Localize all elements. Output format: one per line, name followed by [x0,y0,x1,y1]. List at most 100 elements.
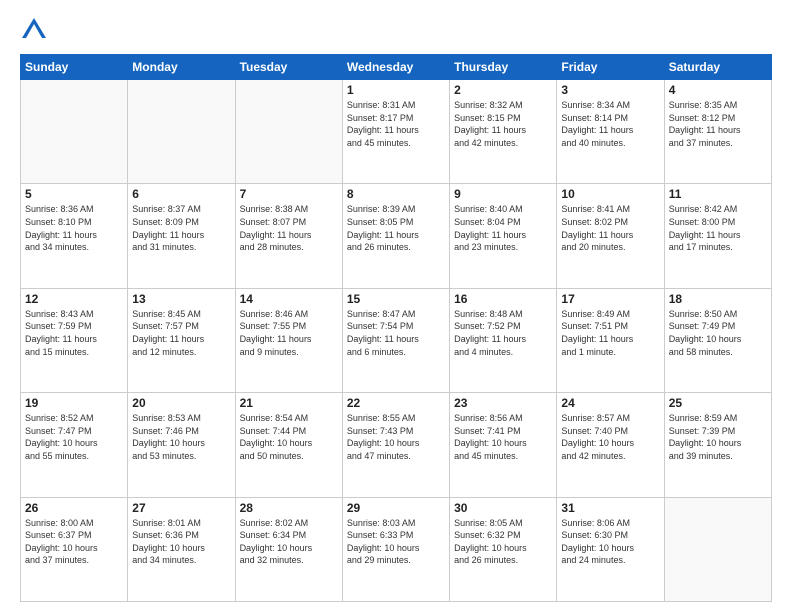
calendar-cell: 26 Sunrise: 8:00 AM Sunset: 6:37 PM Dayli… [21,497,128,601]
day-number: 29 [347,501,445,515]
day-number: 10 [561,187,659,201]
day-number: 7 [240,187,338,201]
day-number: 24 [561,396,659,410]
day-number: 3 [561,83,659,97]
day-number: 22 [347,396,445,410]
day-number: 1 [347,83,445,97]
calendar-week-row: 5 Sunrise: 8:36 AM Sunset: 8:10 PM Daylig… [21,184,772,288]
calendar-cell: 1 Sunrise: 8:31 AM Sunset: 8:17 PM Daylig… [342,80,449,184]
day-info: Sunrise: 8:56 AM Sunset: 7:41 PM Dayligh… [454,412,552,462]
calendar-table: SundayMondayTuesdayWednesdayThursdayFrid… [20,54,772,602]
day-info: Sunrise: 8:40 AM Sunset: 8:04 PM Dayligh… [454,203,552,253]
logo-icon [20,16,48,44]
calendar-week-row: 1 Sunrise: 8:31 AM Sunset: 8:17 PM Daylig… [21,80,772,184]
day-info: Sunrise: 8:34 AM Sunset: 8:14 PM Dayligh… [561,99,659,149]
calendar-cell: 11 Sunrise: 8:42 AM Sunset: 8:00 PM Dayli… [664,184,771,288]
calendar-cell: 10 Sunrise: 8:41 AM Sunset: 8:02 PM Dayli… [557,184,664,288]
page: SundayMondayTuesdayWednesdayThursdayFrid… [0,0,792,612]
calendar-cell: 3 Sunrise: 8:34 AM Sunset: 8:14 PM Daylig… [557,80,664,184]
day-number: 28 [240,501,338,515]
weekday-header: Saturday [664,55,771,80]
day-info: Sunrise: 8:02 AM Sunset: 6:34 PM Dayligh… [240,517,338,567]
day-number: 19 [25,396,123,410]
day-info: Sunrise: 8:47 AM Sunset: 7:54 PM Dayligh… [347,308,445,358]
day-info: Sunrise: 8:52 AM Sunset: 7:47 PM Dayligh… [25,412,123,462]
day-info: Sunrise: 8:39 AM Sunset: 8:05 PM Dayligh… [347,203,445,253]
day-info: Sunrise: 8:53 AM Sunset: 7:46 PM Dayligh… [132,412,230,462]
calendar-cell [128,80,235,184]
calendar-cell: 21Sunrise: 8:54 AM Sunset: 7:44 PM Dayli… [235,393,342,497]
weekday-header: Wednesday [342,55,449,80]
day-number: 15 [347,292,445,306]
calendar-cell [235,80,342,184]
day-info: Sunrise: 8:00 AM Sunset: 6:37 PM Dayligh… [25,517,123,567]
calendar-cell: 7 Sunrise: 8:38 AM Sunset: 8:07 PM Daylig… [235,184,342,288]
day-info: Sunrise: 8:57 AM Sunset: 7:40 PM Dayligh… [561,412,659,462]
calendar-cell: 27 Sunrise: 8:01 AM Sunset: 6:36 PM Dayli… [128,497,235,601]
day-info: Sunrise: 8:05 AM Sunset: 6:32 PM Dayligh… [454,517,552,567]
day-info: Sunrise: 8:59 AM Sunset: 7:39 PM Dayligh… [669,412,767,462]
day-number: 2 [454,83,552,97]
day-info: Sunrise: 8:41 AM Sunset: 8:02 PM Dayligh… [561,203,659,253]
weekday-header: Tuesday [235,55,342,80]
weekday-header: Monday [128,55,235,80]
calendar-cell: 16Sunrise: 8:48 AM Sunset: 7:52 PM Dayli… [450,288,557,392]
day-number: 8 [347,187,445,201]
day-number: 30 [454,501,552,515]
day-number: 5 [25,187,123,201]
logo [20,16,52,44]
calendar-cell: 8 Sunrise: 8:39 AM Sunset: 8:05 PM Daylig… [342,184,449,288]
calendar-cell: 15 Sunrise: 8:47 AM Sunset: 7:54 PM Dayli… [342,288,449,392]
calendar-cell: 4Sunrise: 8:35 AM Sunset: 8:12 PM Daylig… [664,80,771,184]
calendar-body: 1 Sunrise: 8:31 AM Sunset: 8:17 PM Daylig… [21,80,772,602]
calendar-header-row: SundayMondayTuesdayWednesdayThursdayFrid… [21,55,772,80]
day-number: 31 [561,501,659,515]
calendar-cell: 13 Sunrise: 8:45 AM Sunset: 7:57 PM Dayli… [128,288,235,392]
day-number: 26 [25,501,123,515]
day-info: Sunrise: 8:06 AM Sunset: 6:30 PM Dayligh… [561,517,659,567]
calendar-cell: 9 Sunrise: 8:40 AM Sunset: 8:04 PM Daylig… [450,184,557,288]
day-info: Sunrise: 8:49 AM Sunset: 7:51 PM Dayligh… [561,308,659,358]
calendar-cell: 2 Sunrise: 8:32 AM Sunset: 8:15 PM Daylig… [450,80,557,184]
day-number: 14 [240,292,338,306]
calendar-cell [21,80,128,184]
calendar-cell [664,497,771,601]
day-info: Sunrise: 8:42 AM Sunset: 8:00 PM Dayligh… [669,203,767,253]
day-info: Sunrise: 8:43 AM Sunset: 7:59 PM Dayligh… [25,308,123,358]
calendar-cell: 30 Sunrise: 8:05 AM Sunset: 6:32 PM Dayli… [450,497,557,601]
day-info: Sunrise: 8:32 AM Sunset: 8:15 PM Dayligh… [454,99,552,149]
day-number: 18 [669,292,767,306]
day-info: Sunrise: 8:35 AM Sunset: 8:12 PM Dayligh… [669,99,767,149]
day-info: Sunrise: 8:36 AM Sunset: 8:10 PM Dayligh… [25,203,123,253]
day-number: 21 [240,396,338,410]
day-number: 13 [132,292,230,306]
weekday-header: Sunday [21,55,128,80]
calendar-cell: 28 Sunrise: 8:02 AM Sunset: 6:34 PM Dayli… [235,497,342,601]
calendar-cell: 22 Sunrise: 8:55 AM Sunset: 7:43 PM Dayli… [342,393,449,497]
calendar-cell: 23 Sunrise: 8:56 AM Sunset: 7:41 PM Dayli… [450,393,557,497]
day-number: 25 [669,396,767,410]
calendar-cell: 25 Sunrise: 8:59 AM Sunset: 7:39 PM Dayli… [664,393,771,497]
day-info: Sunrise: 8:55 AM Sunset: 7:43 PM Dayligh… [347,412,445,462]
calendar-week-row: 12Sunrise: 8:43 AM Sunset: 7:59 PM Dayli… [21,288,772,392]
day-info: Sunrise: 8:45 AM Sunset: 7:57 PM Dayligh… [132,308,230,358]
day-info: Sunrise: 8:01 AM Sunset: 6:36 PM Dayligh… [132,517,230,567]
calendar-week-row: 26 Sunrise: 8:00 AM Sunset: 6:37 PM Dayli… [21,497,772,601]
calendar-cell: 14Sunrise: 8:46 AM Sunset: 7:55 PM Dayli… [235,288,342,392]
header [20,16,772,44]
day-number: 6 [132,187,230,201]
calendar-cell: 24 Sunrise: 8:57 AM Sunset: 7:40 PM Dayli… [557,393,664,497]
day-number: 23 [454,396,552,410]
day-number: 17 [561,292,659,306]
day-number: 9 [454,187,552,201]
calendar-cell: 31 Sunrise: 8:06 AM Sunset: 6:30 PM Dayli… [557,497,664,601]
day-info: Sunrise: 8:03 AM Sunset: 6:33 PM Dayligh… [347,517,445,567]
day-info: Sunrise: 8:31 AM Sunset: 8:17 PM Dayligh… [347,99,445,149]
day-info: Sunrise: 8:50 AM Sunset: 7:49 PM Dayligh… [669,308,767,358]
day-number: 20 [132,396,230,410]
day-number: 11 [669,187,767,201]
day-info: Sunrise: 8:38 AM Sunset: 8:07 PM Dayligh… [240,203,338,253]
day-number: 16 [454,292,552,306]
day-number: 27 [132,501,230,515]
calendar-week-row: 19 Sunrise: 8:52 AM Sunset: 7:47 PM Dayli… [21,393,772,497]
